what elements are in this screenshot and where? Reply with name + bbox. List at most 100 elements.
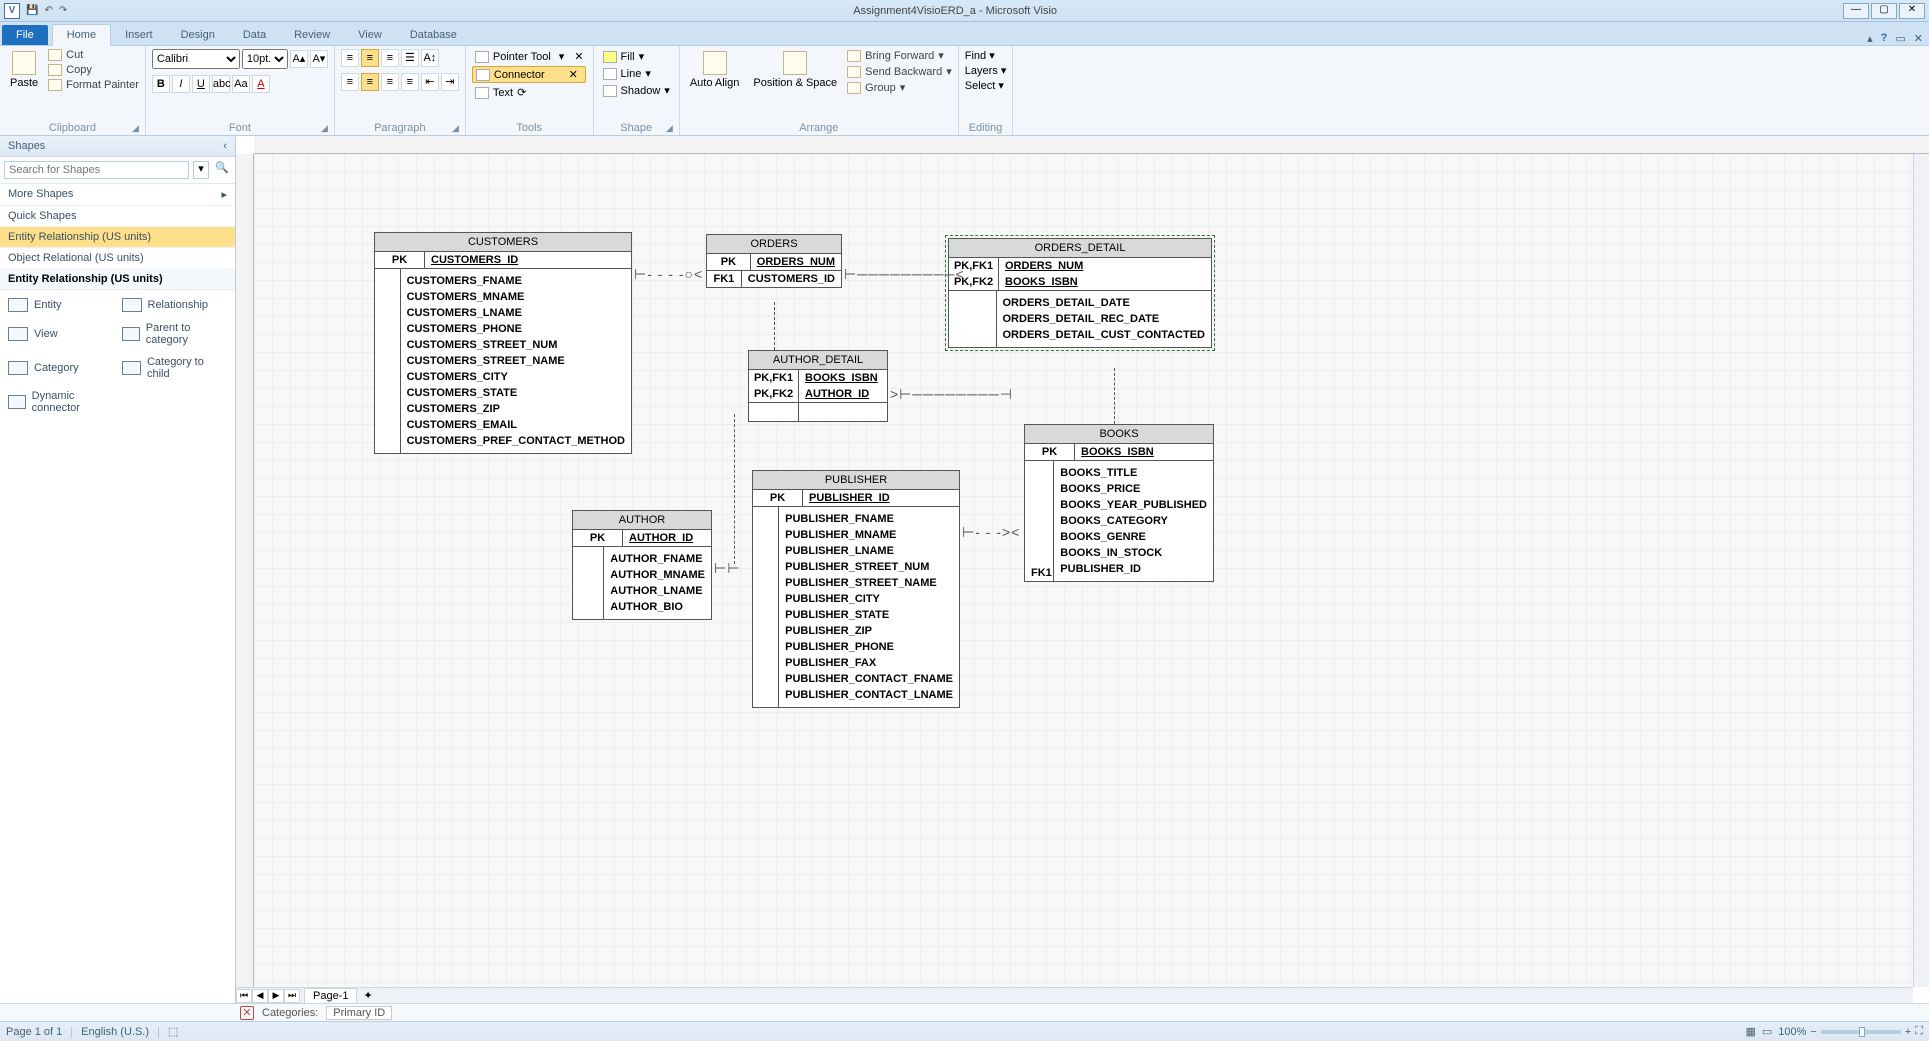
minimize-ribbon-icon[interactable]: ▴ [1867,32,1873,45]
language-indicator[interactable]: English (U.S.) [81,1026,149,1038]
restore-down-icon[interactable]: ▭ [1895,32,1905,45]
validation-item[interactable]: Primary ID [326,1006,392,1020]
format-painter-button[interactable]: Format Painter [48,79,139,91]
shape-parent-to-category[interactable]: Parent to category [122,322,228,346]
canvas[interactable]: CUSTOMERS PKCUSTOMERS_ID CUSTOMERS_FNAME… [236,136,1929,1003]
align-center-button[interactable]: ≡ [361,73,379,91]
view-normal-icon[interactable]: ▦ [1745,1025,1755,1038]
connector-orders-authordetail[interactable] [774,302,775,350]
italic-button[interactable]: I [172,75,190,93]
close-button[interactable]: ✕ [1899,3,1925,19]
shape-category-to-child[interactable]: Category to child [122,356,228,380]
bullets-button[interactable]: ☰ [401,49,419,67]
connector-author-authordetail-vert[interactable] [734,414,735,564]
align-justify-button[interactable]: ≡ [401,73,419,91]
next-page-button[interactable]: ▶ [268,989,284,1003]
shape-dynamic-connector[interactable]: Dynamic connector [8,390,114,414]
horizontal-scrollbar[interactable]: ⏮ ◀ ▶ ⏭ Page-1 ✦ [236,987,1913,1003]
shape-dialog-icon[interactable]: ◢ [666,123,673,134]
copy-button[interactable]: Copy [48,64,139,76]
shape-relationship[interactable]: Relationship [122,298,228,312]
connector-authordetail-books[interactable]: >⊢────────⊣ [890,386,1013,403]
decrease-indent-button[interactable]: ⇤ [421,73,439,91]
connector-author-authordetail[interactable]: ⊢⊢ [714,560,740,577]
new-page-button[interactable]: ✦ [363,989,372,1002]
paste-button[interactable]: Paste [6,49,42,91]
save-icon[interactable]: 💾 [26,5,38,16]
font-size-select[interactable]: 10pt. [242,49,288,69]
layers-button[interactable]: Layers ▾ [965,64,1007,77]
send-backward-button[interactable]: Send Backward ▾ [847,65,952,78]
shape-view[interactable]: View [8,322,114,346]
tab-design[interactable]: Design [167,25,229,45]
last-page-button[interactable]: ⏭ [284,989,300,1003]
search-go-icon[interactable]: 🔍 [213,161,231,179]
more-shapes-item[interactable]: More Shapes▸ [0,184,235,206]
bring-forward-button[interactable]: Bring Forward ▾ [847,49,952,62]
align-left-button[interactable]: ≡ [341,73,359,91]
undo-icon[interactable]: ↶ [44,5,52,16]
pointer-tool-button[interactable]: Pointer Tool▾✕ [472,49,587,64]
entity-customers[interactable]: CUSTOMERS PKCUSTOMERS_ID CUSTOMERS_FNAME… [374,232,632,454]
increase-indent-button[interactable]: ⇥ [441,73,459,91]
font-color-button[interactable]: A [252,75,270,93]
entity-orders[interactable]: ORDERS PKORDERS_NUM FK1CUSTOMERS_ID [706,234,842,288]
text-tool-button[interactable]: Text⟳ [472,85,529,100]
zoom-out-icon[interactable]: − [1810,1026,1816,1038]
tab-view[interactable]: View [344,25,396,45]
entity-author[interactable]: AUTHOR PKAUTHOR_ID AUTHOR_FNAMEAUTHOR_MN… [572,510,712,620]
increase-font-icon[interactable]: A▴ [290,50,308,68]
connector-ordersdetail-books[interactable] [1114,368,1115,424]
autoalign-button[interactable]: Auto Align [686,49,744,91]
entity-author-detail[interactable]: AUTHOR_DETAIL PK,FK1BOOKS_ISBN PK,FK2AUT… [748,350,888,422]
shadow-button[interactable]: Shadow ▾ [600,83,673,98]
prev-page-button[interactable]: ◀ [252,989,268,1003]
vertical-scrollbar[interactable] [1913,154,1929,987]
cut-button[interactable]: Cut [48,49,139,61]
zoom-in-icon[interactable]: + [1905,1026,1911,1038]
font-name-select[interactable]: Calibri [152,49,240,69]
connector-customers-orders[interactable]: ⊢- - - -○< [634,266,703,283]
align-bottom-button[interactable]: ≡ [381,49,399,67]
close-doc-icon[interactable]: ✕ [1914,32,1923,45]
maximize-button[interactable]: ▢ [1871,3,1897,19]
tab-home[interactable]: Home [52,24,111,46]
search-input[interactable] [4,161,189,179]
connector-publisher-books[interactable]: ⊢- - ->< [962,524,1020,541]
find-button[interactable]: Find ▾ [965,49,995,62]
search-dropdown-icon[interactable]: ▾ [193,161,209,179]
text-direction-button[interactable]: A↕ [421,49,439,67]
clipboard-dialog-icon[interactable]: ◢ [132,123,139,134]
shape-category[interactable]: Category [8,356,114,380]
select-button[interactable]: Select ▾ [965,79,1004,92]
paragraph-dialog-icon[interactable]: ◢ [452,123,459,134]
redo-icon[interactable]: ↷ [59,5,67,16]
zoom-slider[interactable] [1821,1030,1901,1034]
tab-data[interactable]: Data [229,25,280,45]
entity-books[interactable]: BOOKS PKBOOKS_ISBN FK1 BOOKS_TITLEBOOKS_… [1024,424,1214,582]
collapse-shapes-icon[interactable]: ‹ [223,140,227,152]
tab-insert[interactable]: Insert [111,25,167,45]
align-top-button[interactable]: ≡ [341,49,359,67]
obj-rel-stencil-item[interactable]: Object Relational (US units) [0,248,235,269]
decrease-font-icon[interactable]: A▾ [310,50,328,68]
group-button[interactable]: Group ▾ [847,81,952,94]
font-dialog-icon[interactable]: ◢ [321,123,328,134]
drawing-surface[interactable]: CUSTOMERS PKCUSTOMERS_ID CUSTOMERS_FNAME… [254,154,1913,987]
shape-entity[interactable]: Entity [8,298,114,312]
underline-button[interactable]: U [192,75,210,93]
view-fullscreen-icon[interactable]: ▭ [1762,1025,1772,1038]
fit-to-window-icon[interactable]: ⛶ [1915,1025,1923,1038]
quick-shapes-item[interactable]: Quick Shapes [0,206,235,227]
tab-file[interactable]: File [2,25,48,45]
minimize-button[interactable]: — [1843,3,1869,19]
zoom-control[interactable]: 100% − + ⛶ [1778,1025,1923,1038]
tab-review[interactable]: Review [280,25,344,45]
align-right-button[interactable]: ≡ [381,73,399,91]
tab-database[interactable]: Database [396,25,471,45]
bold-button[interactable]: B [152,75,170,93]
er-us-stencil-item[interactable]: Entity Relationship (US units) [0,227,235,248]
connector-tool-button[interactable]: Connector✕ [472,66,586,83]
entity-orders-detail[interactable]: ORDERS_DETAIL PK,FK1ORDERS_NUM PK,FK2BOO… [948,238,1212,348]
page-tab[interactable]: Page-1 [304,988,357,1004]
